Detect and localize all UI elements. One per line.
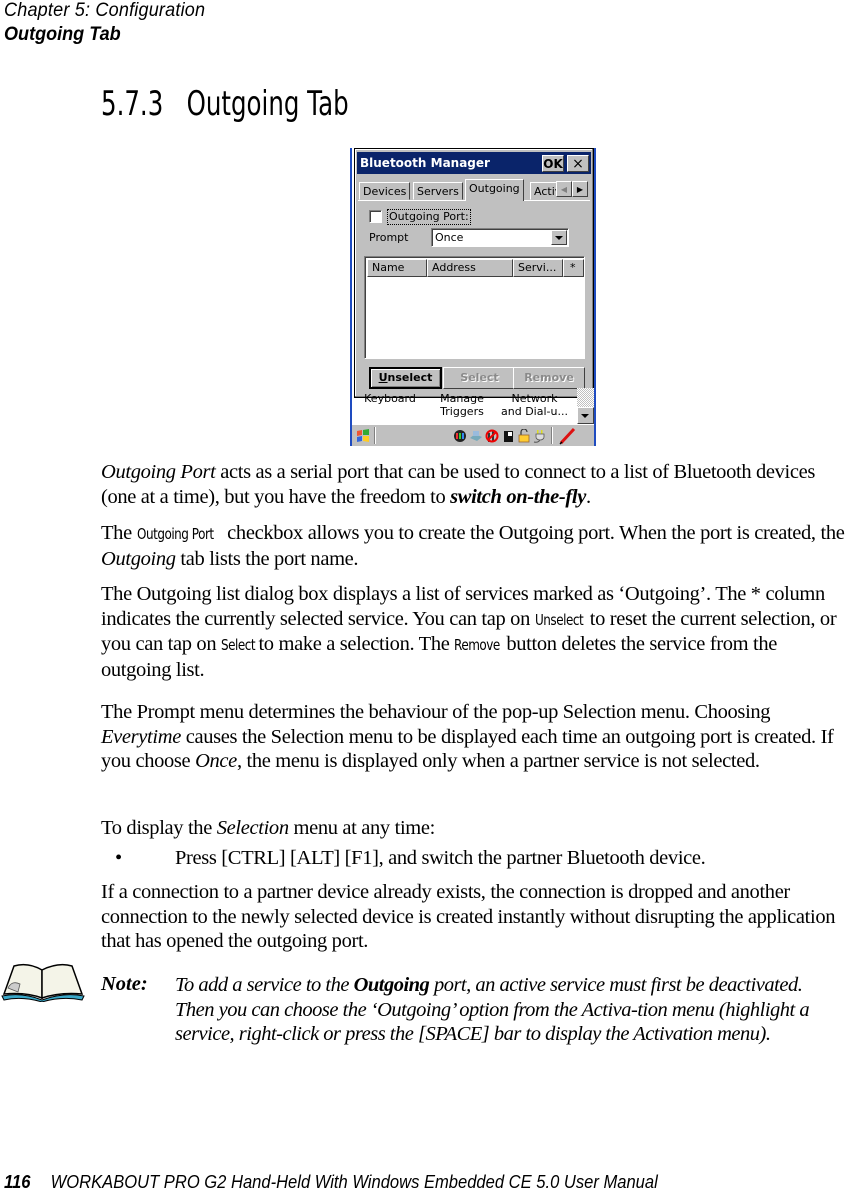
unselect-button[interactable]: Unselect	[369, 367, 442, 389]
list-header: Name Address Servi... *	[367, 259, 584, 277]
column-header-name[interactable]: Name	[367, 259, 427, 277]
section-title: 5.7.3 Outgoing Tab	[101, 84, 349, 124]
bullet-item: • Press [CTRL] [ALT] [F1], and switch the…	[115, 847, 706, 869]
no-signal-icon[interactable]	[485, 429, 499, 443]
note-label: Note:	[101, 973, 148, 995]
bluetooth-manager-screenshot: Bluetooth Manager OK × Devices Servers O…	[350, 148, 596, 446]
paragraph-outgoing-list: The Outgoing list dialog box displays a …	[101, 583, 837, 681]
battery-icon[interactable]	[502, 429, 516, 443]
tab-strip: Devices Servers Outgoing Activ ◀ ▶	[358, 179, 590, 201]
tab-activation[interactable]: Activ	[530, 182, 558, 200]
paragraph-connection-exists: If a connection to a partner device alre…	[101, 881, 836, 952]
unselect-label: nselect	[387, 371, 433, 384]
note-text: To add a service to the Outgoing port, a…	[175, 974, 810, 1045]
tab-servers[interactable]: Servers	[413, 182, 463, 200]
control-panel-item-keyboard[interactable]: Keyboard	[360, 392, 420, 405]
color-wheel-icon[interactable]	[453, 429, 467, 443]
paragraph-prompt-menu: The Prompt menu determines the behaviour…	[101, 701, 834, 772]
column-header-service[interactable]: Servi...	[513, 259, 563, 277]
network-icon[interactable]	[469, 429, 483, 443]
power-plug-icon[interactable]	[533, 429, 547, 443]
book-note-icon	[1, 963, 85, 1002]
control-panel-item-network[interactable]: Network and Dial-u...	[497, 392, 572, 418]
pen-icon[interactable]	[558, 427, 576, 445]
ok-button[interactable]: OK	[542, 155, 564, 172]
column-header-address[interactable]: Address	[427, 259, 513, 277]
page-footer: 116 WORKABOUT PRO G2 Hand-Held With Windo…	[4, 1172, 658, 1193]
page-number: 116	[4, 1172, 31, 1192]
close-button[interactable]: ×	[567, 155, 589, 172]
ui-term-select: Select	[221, 636, 256, 654]
outgoing-port-checkbox[interactable]	[369, 210, 382, 223]
paragraph-display-selection: To display the Selection menu at any tim…	[101, 817, 435, 839]
taskbar	[352, 424, 594, 446]
dialog-title: Bluetooth Manager	[360, 156, 490, 170]
ui-term-remove: Remove	[454, 636, 501, 654]
taskbar-divider	[551, 427, 553, 444]
remove-button[interactable]: Remove	[513, 367, 585, 389]
tab-scroll-left-button[interactable]: ◀	[556, 181, 572, 197]
outgoing-port-label: Outgoing Port:	[387, 209, 471, 225]
prompt-label: Prompt	[369, 231, 409, 244]
tab-scroll-right-button[interactable]: ▶	[572, 181, 588, 197]
paragraph-outgoing-port-checkbox: The Outgoing Port checkbox allows you to…	[101, 522, 845, 570]
bluetooth-manager-dialog: Bluetooth Manager OK × Devices Servers O…	[354, 148, 594, 398]
prompt-value: Once	[435, 231, 464, 244]
dialog-titlebar: Bluetooth Manager OK ×	[357, 152, 591, 174]
tab-outgoing[interactable]: Outgoing	[465, 179, 524, 201]
taskbar-divider	[374, 427, 376, 444]
running-header-section: Outgoing Tab	[4, 24, 121, 45]
control-panel-background: Keyboard Manage Triggers Network and Dia…	[352, 392, 592, 424]
control-panel-item-manage-triggers[interactable]: Manage Triggers	[432, 392, 492, 418]
manual-title: WORKABOUT PRO G2 Hand-Held With Windows …	[50, 1172, 658, 1192]
prompt-dropdown[interactable]: Once	[431, 228, 569, 247]
ui-term-unselect: Unselect	[534, 610, 584, 629]
tab-devices[interactable]: Devices	[359, 182, 411, 200]
outgoing-services-list[interactable]: Name Address Servi... *	[364, 256, 585, 359]
chevron-down-icon[interactable]	[551, 230, 567, 245]
scroll-down-button[interactable]	[577, 407, 594, 424]
bullet-mark: •	[115, 847, 122, 869]
select-button[interactable]: Select	[443, 367, 516, 389]
vertical-scrollbar[interactable]	[577, 388, 594, 424]
lock-icon[interactable]	[517, 429, 531, 443]
column-header-selected[interactable]: *	[563, 259, 584, 277]
running-header-chapter: Chapter 5: Configuration	[4, 0, 206, 21]
ui-term-outgoing-port: Outgoing Port	[136, 525, 214, 543]
paragraph-outgoing-port-intro: Outgoing Port acts as a serial port that…	[101, 461, 816, 508]
start-windows-flag-icon[interactable]	[355, 428, 371, 444]
